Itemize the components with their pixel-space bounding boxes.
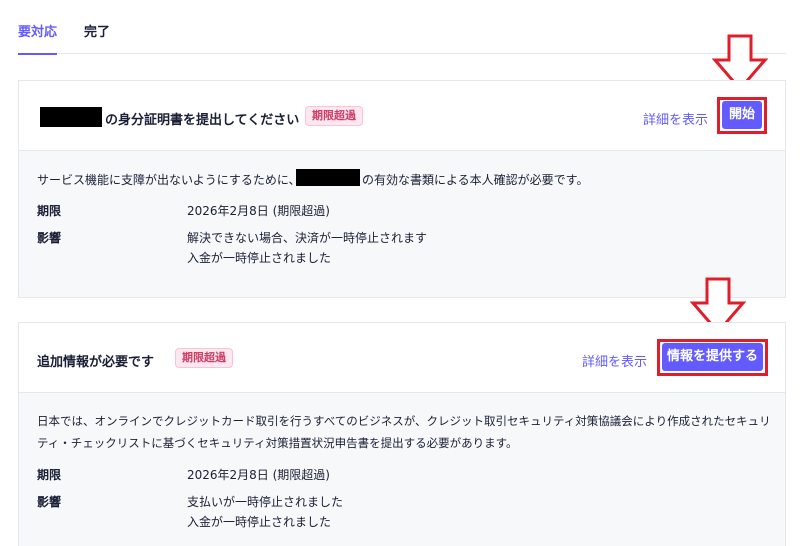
impact-label: 影響	[37, 495, 62, 509]
impact-line: 入金が一時停止されました	[187, 251, 332, 265]
tab-action-required[interactable]: 要対応	[18, 21, 58, 55]
card-title: 追加情報が必要です	[37, 355, 155, 370]
task-card-identity: の身分証明書を提出してください 期限超過 詳細を表示 開始 サービス機能に支障が…	[18, 80, 786, 298]
redacted-name	[296, 169, 360, 186]
task-card-additional-info: 追加情報が必要です 期限超過 詳細を表示 情報を提供する 日本では、オンラインで…	[18, 322, 786, 546]
description-line: 日本では、オンラインでクレジットカード取引を行うすべてのビジネスが、クレジット取…	[37, 414, 771, 428]
impact-label: 影響	[37, 231, 62, 245]
deadline-value: 2026年2月8日 (期限超過)	[187, 468, 330, 482]
description-line: ティ・チェックリストに基づくセキュリティ対策措置状況申告書を提出する必要がありま…	[37, 436, 518, 450]
start-button[interactable]: 開始	[722, 101, 762, 129]
show-details-link[interactable]: 詳細を表示	[582, 351, 647, 370]
impact-line: 解決できない場合、決済が一時停止されます	[187, 231, 428, 245]
show-details-link[interactable]: 詳細を表示	[643, 109, 708, 128]
impact-line: 入金が一時停止されました	[187, 515, 332, 529]
card-title: の身分証明書を提出してください	[105, 113, 300, 128]
impact-line: 支払いが一時停止されました	[187, 495, 344, 509]
deadline-label: 期限	[37, 204, 62, 218]
provide-info-button[interactable]: 情報を提供する	[662, 343, 763, 371]
card-header: の身分証明書を提出してください 期限超過 詳細を表示 開始	[19, 81, 785, 151]
description-prefix: サービス機能に支障が出ないようにするために、	[37, 173, 301, 187]
deadline-label: 期限	[37, 468, 62, 482]
tab-bar: 要対応 完了	[18, 0, 786, 55]
tab-completed[interactable]: 完了	[84, 21, 110, 40]
description-suffix: の有効な書類による本人確認が必要です。	[362, 173, 589, 187]
card-header: 追加情報が必要です 期限超過 詳細を表示 情報を提供する	[19, 323, 785, 393]
overdue-badge: 期限超過	[175, 348, 233, 368]
deadline-value: 2026年2月8日 (期限超過)	[187, 204, 330, 218]
redacted-name	[40, 107, 102, 127]
overdue-badge: 期限超過	[305, 106, 363, 126]
